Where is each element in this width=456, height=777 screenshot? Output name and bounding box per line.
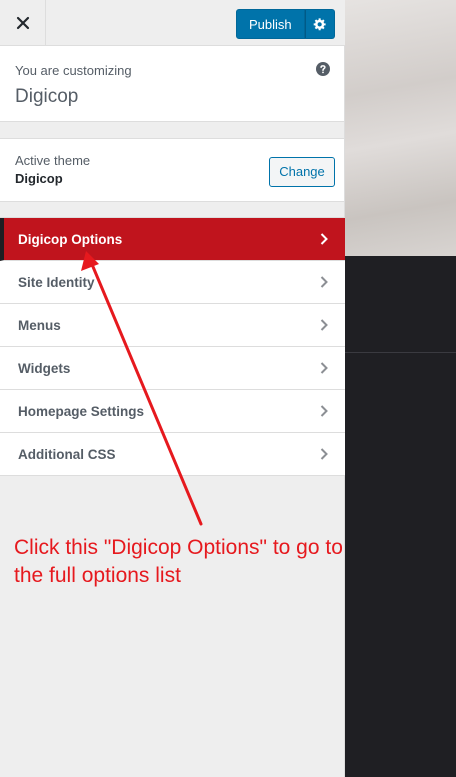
annotation-arrow (81, 251, 203, 526)
annotation-text: Click this "Digicop Options" to go to th… (14, 536, 343, 587)
customizer-screen: Publish You are customizing Digicop Acti… (0, 0, 456, 777)
